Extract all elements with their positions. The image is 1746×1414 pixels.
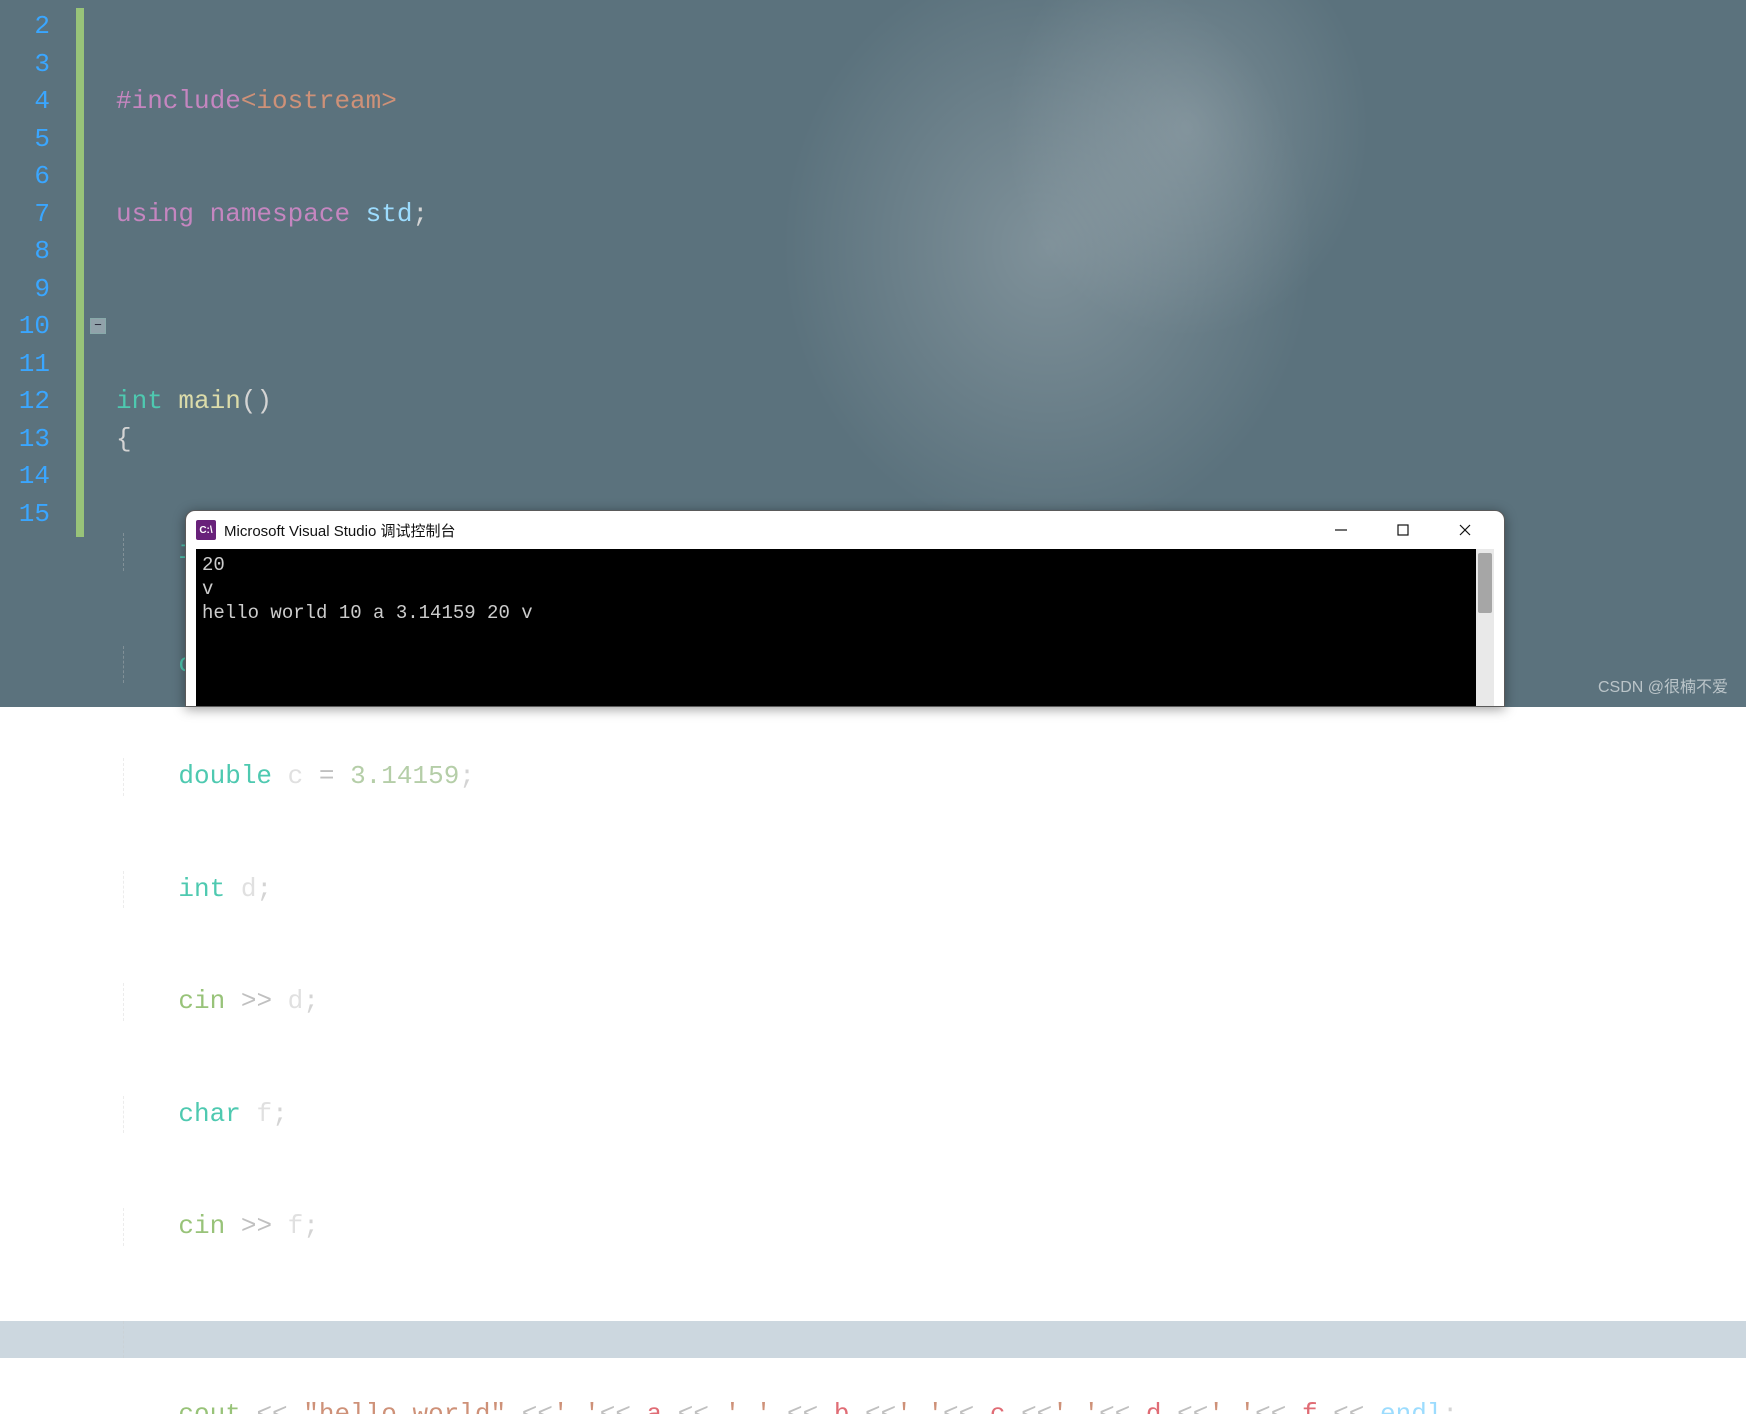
line-number: 9: [0, 271, 60, 309]
code-area[interactable]: #include<iostream> using namespace std; …: [90, 8, 184, 1414]
console-line: hello world 10 a 3.14159 20 v: [202, 602, 533, 624]
line-number: 8: [0, 233, 60, 271]
visual-studio-icon: C:\: [196, 520, 216, 540]
console-line: v: [202, 578, 213, 600]
code-line[interactable]: char f;: [90, 1096, 184, 1134]
line-number: 11: [0, 346, 60, 384]
code-line[interactable]: #include<iostream>: [90, 83, 184, 121]
code-line-highlighted[interactable]: cout << "hello world" <<' '<< a << ' ' <…: [90, 1321, 184, 1359]
line-number: 15: [0, 496, 60, 534]
line-number-gutter: 2 3 4 5 6 7 8 9 10 11 12 13 14 15: [0, 0, 60, 533]
scrollbar-thumb[interactable]: [1478, 553, 1492, 613]
code-line[interactable]: {: [90, 421, 184, 459]
code-line[interactable]: int a = 10;: [90, 533, 184, 571]
code-line[interactable]: − int main(): [90, 308, 184, 346]
line-number: 7: [0, 196, 60, 234]
line-number: 6: [0, 158, 60, 196]
code-line[interactable]: cin >> d;: [90, 983, 184, 1021]
code-line[interactable]: using namespace std;: [90, 196, 184, 234]
line-number: 5: [0, 121, 60, 159]
current-line-highlight: [0, 1321, 1746, 1359]
line-number: 3: [0, 46, 60, 84]
line-number: 10: [0, 308, 60, 346]
line-number: 13: [0, 421, 60, 459]
code-line[interactable]: double c = 3.14159;: [90, 758, 184, 796]
debug-console-window[interactable]: C:\ Microsoft Visual Studio 调试控制台 20 v h…: [185, 510, 1505, 707]
code-editor[interactable]: 2 3 4 5 6 7 8 9 10 11 12 13 14 15 #inclu…: [0, 0, 1746, 707]
fold-toggle-icon[interactable]: −: [90, 318, 106, 334]
console-line: 20: [202, 554, 225, 576]
close-button[interactable]: [1434, 511, 1496, 549]
code-line[interactable]: int d;: [90, 871, 184, 909]
line-number: 4: [0, 83, 60, 121]
change-indicator-bar: [76, 8, 84, 537]
code-line[interactable]: cin >> f;: [90, 1208, 184, 1246]
line-number: 12: [0, 383, 60, 421]
line-number: 2: [0, 8, 60, 46]
minimize-button[interactable]: [1310, 511, 1372, 549]
console-scrollbar[interactable]: [1476, 549, 1494, 706]
code-line[interactable]: char b = 'a';: [90, 646, 184, 684]
watermark-text: CSDN @很楠不爱: [1598, 673, 1728, 697]
maximize-button[interactable]: [1372, 511, 1434, 549]
console-titlebar[interactable]: C:\ Microsoft Visual Studio 调试控制台: [186, 511, 1504, 549]
line-number: 14: [0, 458, 60, 496]
console-title: Microsoft Visual Studio 调试控制台: [224, 520, 1310, 541]
console-output[interactable]: 20 v hello world 10 a 3.14159 20 v: [196, 549, 1476, 706]
